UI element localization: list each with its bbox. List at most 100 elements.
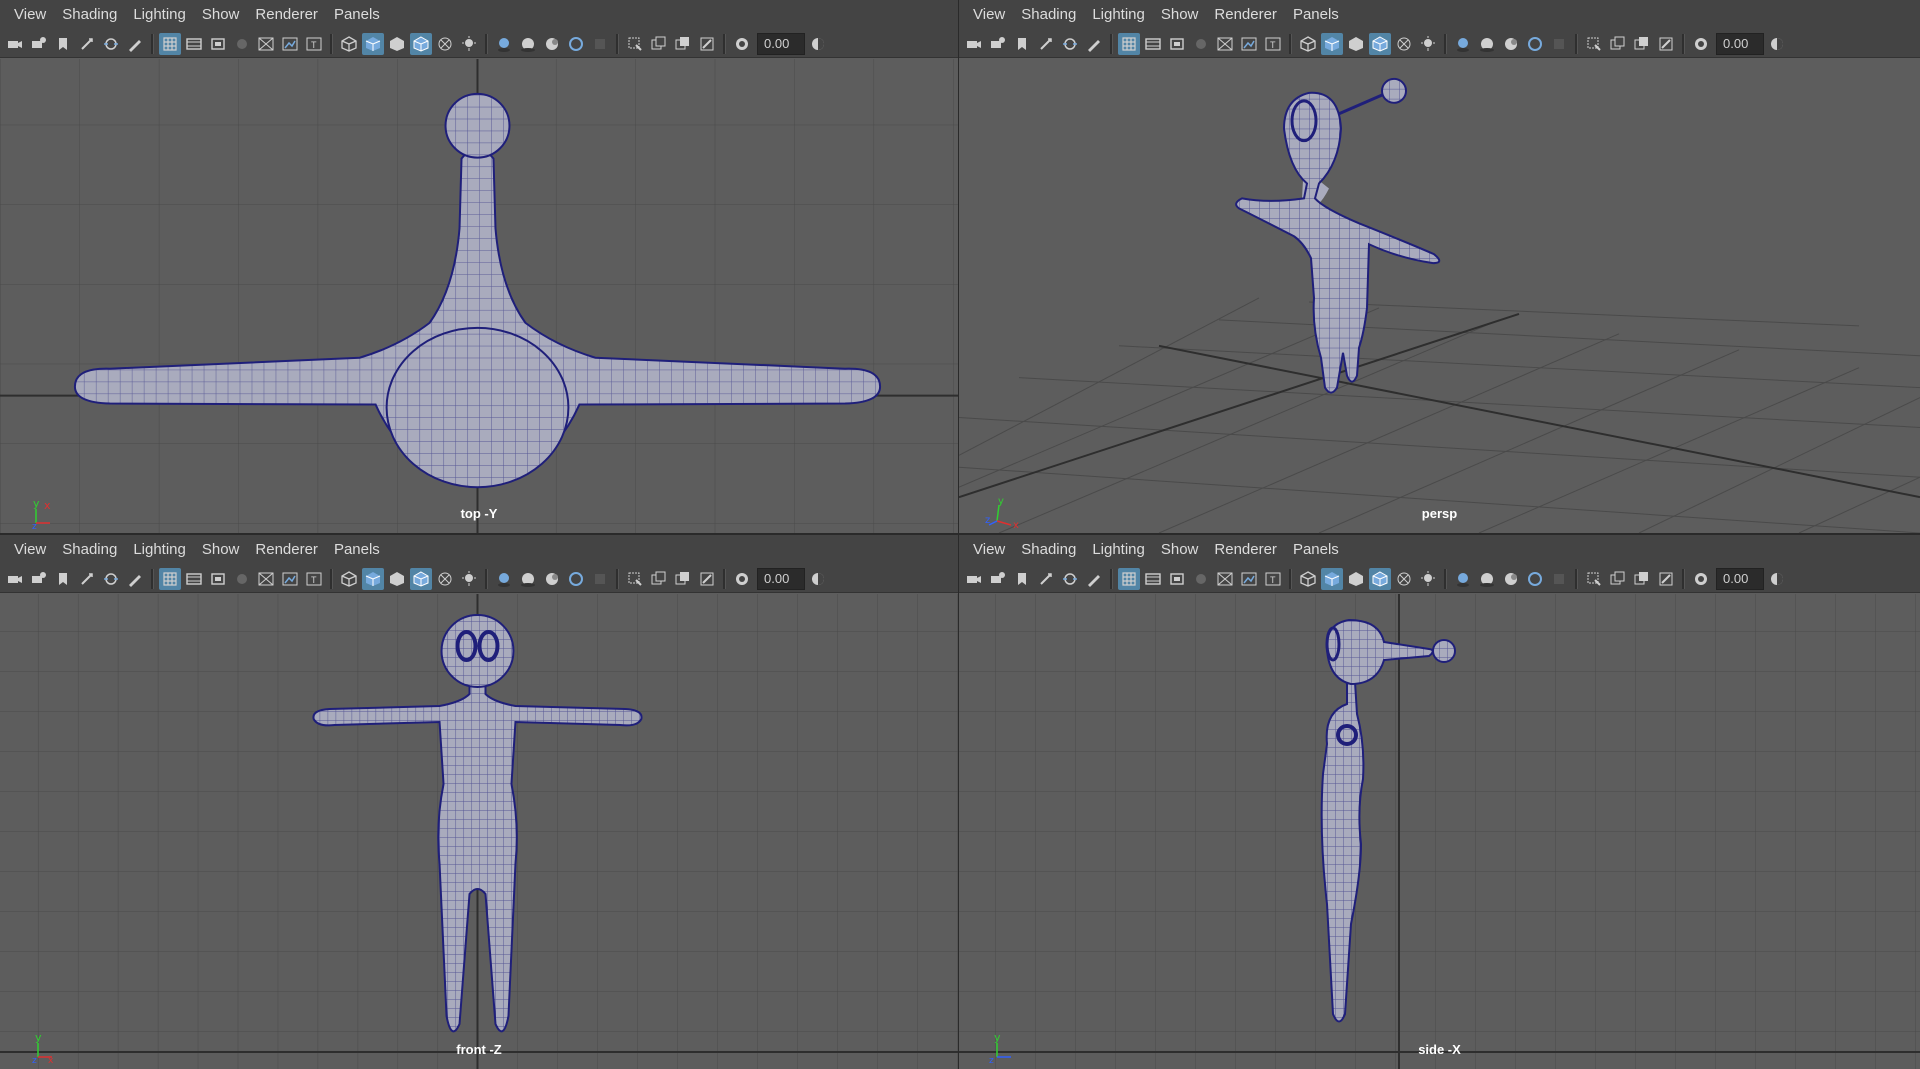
camera-attributes-icon[interactable] — [28, 33, 50, 55]
safe-title-icon[interactable]: T — [1262, 568, 1284, 590]
resolution-gate-icon[interactable] — [207, 568, 229, 590]
exposure-field[interactable]: 0.00 — [757, 32, 805, 55]
grid-icon[interactable] — [159, 32, 181, 55]
xray-active-icon[interactable] — [1631, 33, 1653, 55]
smooth-shade-icon[interactable] — [362, 32, 384, 55]
backface-icon[interactable] — [1655, 33, 1677, 55]
exposure-field[interactable]: 0.00 — [1716, 32, 1764, 55]
bookmark-icon[interactable] — [1011, 33, 1033, 55]
exposure-field[interactable]: 0.00 — [1716, 567, 1764, 590]
depth-of-field-icon[interactable] — [589, 568, 611, 590]
xray-joints-icon[interactable] — [648, 33, 670, 55]
backface-icon[interactable] — [1655, 568, 1677, 590]
wireframe-on-shaded-icon[interactable] — [410, 567, 432, 590]
camera-icon[interactable] — [963, 33, 985, 55]
viewport-persp[interactable]: y x z persp — [959, 59, 1920, 533]
smooth-shade-icon[interactable] — [1321, 32, 1343, 55]
2d-pan-zoom-icon[interactable] — [100, 33, 122, 55]
shadows-icon[interactable] — [493, 33, 515, 55]
gate-mask-icon[interactable] — [231, 33, 253, 55]
menu-panels[interactable]: Panels — [1285, 0, 1347, 30]
wireframe-on-shaded-icon[interactable] — [1369, 32, 1391, 55]
xray-active-icon[interactable] — [1631, 568, 1653, 590]
camera-attributes-icon[interactable] — [987, 568, 1009, 590]
safe-action-icon[interactable] — [1238, 568, 1260, 590]
isolate-select-icon[interactable] — [624, 568, 646, 590]
image-plane-icon[interactable] — [1035, 568, 1057, 590]
menu-show[interactable]: Show — [1153, 0, 1207, 30]
exposure-icon[interactable] — [731, 568, 753, 590]
camera-attributes-icon[interactable] — [28, 568, 50, 590]
panel-side[interactable]: View Shading Lighting Show Renderer Pane… — [959, 535, 1920, 1069]
viewport-front[interactable]: y x z front -Z — [0, 594, 958, 1069]
2d-pan-zoom-icon[interactable] — [1059, 33, 1081, 55]
motion-blur-icon[interactable] — [541, 33, 563, 55]
use-lights-icon[interactable] — [458, 33, 480, 55]
anti-alias-icon[interactable] — [565, 33, 587, 55]
smooth-shade-icon[interactable] — [362, 567, 384, 590]
wireframe-icon[interactable] — [1297, 33, 1319, 55]
gate-mask-icon[interactable] — [1190, 33, 1212, 55]
panel-front[interactable]: View Shading Lighting Show Renderer Pane… — [0, 535, 959, 1069]
grease-pencil-icon[interactable] — [124, 33, 146, 55]
xray-icon[interactable] — [1393, 568, 1415, 590]
wireframe-on-shaded-icon[interactable] — [410, 32, 432, 55]
default-material-icon[interactable] — [1345, 33, 1367, 55]
xray-icon[interactable] — [434, 33, 456, 55]
menu-view[interactable]: View — [6, 535, 54, 565]
menu-panels[interactable]: Panels — [326, 0, 388, 30]
menu-show[interactable]: Show — [1153, 535, 1207, 565]
xray-joints-icon[interactable] — [648, 568, 670, 590]
isolate-select-icon[interactable] — [624, 33, 646, 55]
exposure-icon[interactable] — [731, 33, 753, 55]
panel-persp[interactable]: View Shading Lighting Show Renderer Pane… — [959, 0, 1920, 535]
menu-lighting[interactable]: Lighting — [125, 535, 194, 565]
screen-space-ao-icon[interactable] — [517, 568, 539, 590]
grease-pencil-icon[interactable] — [124, 568, 146, 590]
wireframe-icon[interactable] — [1297, 568, 1319, 590]
screen-space-ao-icon[interactable] — [517, 33, 539, 55]
mesh-persp[interactable] — [1235, 77, 1441, 394]
smooth-shade-icon[interactable] — [1321, 567, 1343, 590]
xray-joints-icon[interactable] — [1607, 33, 1629, 55]
field-chart-icon[interactable] — [255, 568, 277, 590]
backface-icon[interactable] — [696, 33, 718, 55]
default-material-icon[interactable] — [386, 568, 408, 590]
safe-title-icon[interactable]: T — [303, 568, 325, 590]
menu-lighting[interactable]: Lighting — [1084, 0, 1153, 30]
menu-shading[interactable]: Shading — [1013, 535, 1084, 565]
2d-pan-zoom-icon[interactable] — [100, 568, 122, 590]
depth-of-field-icon[interactable] — [1548, 568, 1570, 590]
gate-mask-icon[interactable] — [231, 568, 253, 590]
gamma-icon[interactable] — [807, 568, 829, 590]
film-gate-icon[interactable] — [183, 568, 205, 590]
menu-shading[interactable]: Shading — [54, 0, 125, 30]
shadows-icon[interactable] — [493, 568, 515, 590]
menu-view[interactable]: View — [965, 535, 1013, 565]
menu-renderer[interactable]: Renderer — [247, 535, 326, 565]
camera-icon[interactable] — [4, 33, 26, 55]
default-material-icon[interactable] — [1345, 568, 1367, 590]
image-plane-icon[interactable] — [76, 568, 98, 590]
motion-blur-icon[interactable] — [541, 568, 563, 590]
use-lights-icon[interactable] — [1417, 568, 1439, 590]
screen-space-ao-icon[interactable] — [1476, 568, 1498, 590]
safe-title-icon[interactable]: T — [303, 33, 325, 55]
safe-title-icon[interactable]: T — [1262, 33, 1284, 55]
exposure-field[interactable]: 0.00 — [757, 567, 805, 590]
shadows-icon[interactable] — [1452, 33, 1474, 55]
film-gate-icon[interactable] — [183, 33, 205, 55]
menu-view[interactable]: View — [6, 0, 54, 30]
resolution-gate-icon[interactable] — [207, 33, 229, 55]
xray-active-icon[interactable] — [672, 568, 694, 590]
menu-panels[interactable]: Panels — [1285, 535, 1347, 565]
menu-panels[interactable]: Panels — [326, 535, 388, 565]
depth-of-field-icon[interactable] — [589, 33, 611, 55]
xray-joints-icon[interactable] — [1607, 568, 1629, 590]
backface-icon[interactable] — [696, 568, 718, 590]
gamma-icon[interactable] — [1766, 568, 1788, 590]
safe-action-icon[interactable] — [279, 33, 301, 55]
wireframe-icon[interactable] — [338, 33, 360, 55]
default-material-icon[interactable] — [386, 33, 408, 55]
field-chart-icon[interactable] — [255, 33, 277, 55]
